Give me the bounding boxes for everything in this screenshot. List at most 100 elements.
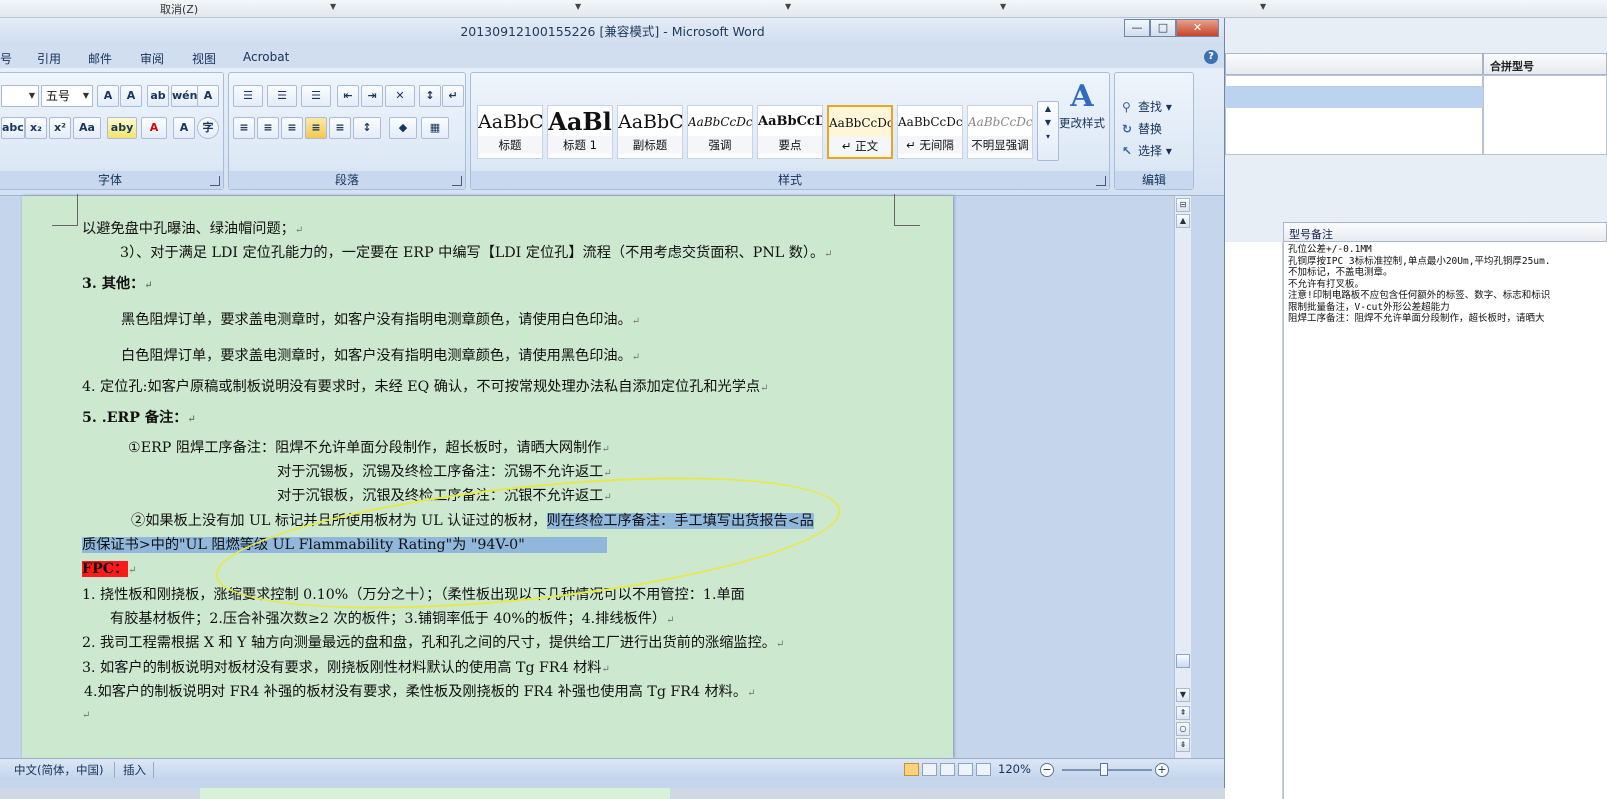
style-normal[interactable]: AaBbCcDc ↵ 正文: [827, 105, 893, 159]
doc-line[interactable]: ①ERP 阻焊工序备注：阻焊不允许单面分段制作，超长板时，请晒大网制作↵: [128, 437, 610, 457]
zoom-in-icon[interactable]: +: [1155, 763, 1169, 777]
tab-view[interactable]: 视图: [192, 50, 216, 67]
style-no-spacing[interactable]: AaBbCcDc ↵ 无间隔: [897, 105, 963, 159]
doc-line[interactable]: 有胶基材板件；2.压合补强次数≥2 次的板件；3.铺铜率低于 40%的板件；4.…: [110, 608, 674, 628]
doc-line[interactable]: 白色阻焊订单，要求盖电测章时，如客户没有指明电测章颜色，请使用黑色印油。↵: [121, 345, 640, 365]
superscript-button[interactable]: x²: [49, 117, 71, 139]
doc-line[interactable]: 对于沉锡板，沉锡及终检工序备注：沉锡不允许返工↵: [277, 461, 612, 481]
doc-line[interactable]: 3. 如客户的制板说明对板材没有要求，刚挠板刚性材料默认的使用高 Tg FR4 …: [82, 657, 610, 677]
bullets-icon[interactable]: ☰: [233, 85, 263, 107]
model-remark-text[interactable]: 孔位公差+/-0.1MM 孔铜厚按IPC 3标标准控制,单点最小20Um,平均孔…: [1283, 242, 1607, 799]
merge-model-cell[interactable]: [1483, 75, 1607, 155]
doc-line[interactable]: FPC：↵: [82, 558, 137, 578]
style-title[interactable]: AaBbC 标题: [477, 105, 543, 159]
show-marks-icon[interactable]: ↵: [442, 85, 464, 107]
font-size-combo[interactable]: 五号 ▼: [41, 85, 93, 107]
numbering-icon[interactable]: ☰: [267, 85, 297, 107]
align-left-icon[interactable]: ≡: [233, 117, 255, 139]
clear-format-button[interactable]: ab: [147, 85, 169, 107]
doc-line[interactable]: 黑色阻焊订单，要求盖电测章时，如客户没有指明电测章颜色，请使用白色印油。↵: [121, 309, 640, 329]
shrink-font-button[interactable]: A: [120, 85, 142, 107]
style-subtle-emphasis[interactable]: AaBbCcDc 不明显强调: [967, 105, 1033, 159]
justify-icon[interactable]: ≡: [305, 117, 327, 139]
increase-indent-icon[interactable]: ⇥: [361, 85, 383, 107]
title-bar[interactable]: 20130912100155226 [兼容模式] - Microsoft Wor…: [0, 18, 1224, 46]
style-subtitle[interactable]: AaBbC 副标题: [617, 105, 683, 159]
insert-mode-status[interactable]: 插入: [123, 762, 146, 778]
borders-icon[interactable]: ▦: [421, 117, 449, 139]
doc-line[interactable]: 3）、对于满足 LDI 定位孔能力的，一定要在 ERP 中编写【LDI 定位孔】…: [120, 242, 833, 262]
grid-selected-row[interactable]: [1225, 86, 1483, 108]
scroll-up-icon[interactable]: ▲: [1176, 214, 1190, 228]
dropdown-arrow-icon[interactable]: ▼: [1000, 2, 1006, 11]
vertical-scrollbar[interactable]: ⊟ ▲ ▼ ⇞ ○ ⇟: [1174, 196, 1191, 758]
ruler-toggle-icon[interactable]: ⊟: [1176, 198, 1190, 212]
grow-font-button[interactable]: A: [97, 85, 119, 107]
subscript-button[interactable]: x₂: [25, 117, 47, 139]
draft-view-icon[interactable]: [976, 763, 991, 776]
font-color-button[interactable]: A: [141, 117, 167, 139]
tab-mailings[interactable]: 邮件: [88, 50, 112, 67]
doc-line[interactable]: ↵: [82, 706, 90, 722]
tab-start[interactable]: 号: [0, 50, 12, 67]
dropdown-arrow-icon[interactable]: ▼: [575, 2, 581, 11]
next-page-icon[interactable]: ⇟: [1176, 738, 1190, 752]
distributed-icon[interactable]: ≡: [329, 117, 351, 139]
maximize-button[interactable]: □: [1150, 19, 1176, 37]
tab-review[interactable]: 审阅: [140, 50, 164, 67]
select-button[interactable]: ↖ 选择 ▾: [1122, 142, 1172, 159]
print-layout-view-icon[interactable]: [904, 763, 919, 776]
close-button[interactable]: ✕: [1176, 19, 1219, 37]
doc-line[interactable]: 4.如客户的制板说明对 FR4 补强的板材没有要求，柔性板及刚挠板的 FR4 补…: [84, 681, 755, 701]
phonetic-guide-button[interactable]: wén: [171, 85, 199, 107]
highlight-color-button[interactable]: aby: [107, 117, 137, 139]
previous-page-icon[interactable]: ⇞: [1176, 706, 1190, 720]
dropdown-arrow-icon[interactable]: ▼: [785, 2, 791, 11]
zoom-out-icon[interactable]: −: [1040, 763, 1054, 777]
minimize-button[interactable]: —: [1124, 19, 1150, 37]
chinese-layout-icon[interactable]: ✕: [385, 85, 415, 107]
doc-line[interactable]: 4. 定位孔:如客户原稿或制板说明没有要求时，未经 EQ 确认，不可按常规处理办…: [82, 376, 768, 396]
enclose-char-button[interactable]: 字: [197, 117, 219, 139]
doc-line[interactable]: 2. 我司工程需根据 X 和 Y 轴方向测量最远的盘和盘，孔和孔之间的尺寸，提供…: [82, 632, 784, 652]
doc-line[interactable]: 3. 其他：↵: [82, 273, 153, 293]
align-center-icon[interactable]: ≡: [257, 117, 279, 139]
change-styles-button[interactable]: A 更改样式: [1055, 79, 1109, 131]
char-shading-button[interactable]: A: [173, 117, 195, 139]
outline-view-icon[interactable]: [958, 763, 973, 776]
web-layout-view-icon[interactable]: [940, 763, 955, 776]
dialog-launcher-icon[interactable]: [1096, 176, 1106, 186]
scroll-thumb[interactable]: [1176, 654, 1190, 668]
strikethrough-button[interactable]: abc: [1, 117, 25, 139]
dialog-launcher-icon[interactable]: [452, 176, 462, 186]
scroll-down-icon[interactable]: ▼: [1176, 688, 1190, 702]
cancel-button[interactable]: 取消(Z): [160, 1, 198, 17]
style-strong[interactable]: AaBbCcD 要点: [757, 105, 823, 159]
doc-line[interactable]: 5. .ERP 备注：↵: [82, 407, 196, 427]
browse-object-icon[interactable]: ○: [1176, 722, 1190, 736]
dialog-launcher-icon[interactable]: [210, 176, 220, 186]
language-status[interactable]: 中文(简体，中国): [14, 762, 103, 778]
find-button[interactable]: ⚲ 查找 ▾: [1122, 98, 1172, 115]
zoom-level[interactable]: 120%: [998, 762, 1031, 776]
dropdown-arrow-icon[interactable]: ▼: [1260, 2, 1266, 11]
shading-icon[interactable]: ◆: [389, 117, 417, 139]
style-heading-1[interactable]: AaBl 标题 1: [547, 105, 613, 159]
zoom-slider-thumb[interactable]: [1100, 763, 1108, 776]
style-emphasis[interactable]: AaBbCcDc 强调: [687, 105, 753, 159]
font-name-combo[interactable]: ▼: [1, 85, 39, 107]
merge-model-header[interactable]: 合拼型号: [1483, 53, 1607, 75]
help-icon[interactable]: ?: [1204, 50, 1218, 64]
tab-references[interactable]: 引用: [37, 50, 61, 67]
char-border-button[interactable]: A: [197, 85, 219, 107]
align-right-icon[interactable]: ≡: [281, 117, 303, 139]
multilevel-list-icon[interactable]: ☰: [301, 85, 331, 107]
dropdown-arrow-icon[interactable]: ▼: [330, 2, 336, 11]
doc-line[interactable]: 以避免盘中孔曝油、绿油帽问题；↵: [82, 218, 303, 238]
change-case-button[interactable]: Aa: [73, 117, 101, 139]
fpc-heading[interactable]: FPC：: [82, 561, 129, 577]
sort-icon[interactable]: ↕: [419, 85, 441, 107]
line-spacing-icon[interactable]: ↕: [353, 117, 381, 139]
full-screen-view-icon[interactable]: [922, 763, 937, 776]
replace-button[interactable]: ↻ 替换: [1122, 120, 1162, 137]
